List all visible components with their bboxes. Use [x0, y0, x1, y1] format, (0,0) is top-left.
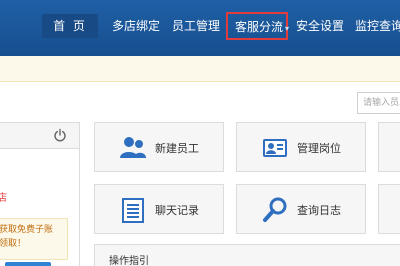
staff-search-input[interactable]: 请输入员工	[357, 92, 400, 114]
notice-bar	[0, 56, 400, 82]
nav-security-settings[interactable]: 安全设置	[296, 14, 344, 38]
claim-button[interactable]	[5, 262, 51, 266]
left-panel-header	[0, 123, 79, 149]
card-partial-bottom[interactable]	[378, 184, 400, 234]
card-manage-posts-label: 管理岗位	[297, 142, 341, 155]
top-navigation-bar: 首 页 多店绑定 员工管理 客服分流 ▾ 安全设置 监控查询	[0, 0, 400, 56]
card-new-staff[interactable]: 新建员工	[94, 122, 224, 172]
promo-line-2: 领取！	[0, 239, 27, 249]
nav-cs-routing-label: 客服分流	[235, 20, 284, 34]
card-query-logs-label: 查询日志	[297, 204, 341, 217]
free-subaccount-promo[interactable]: 获取免费子账 领取！	[0, 218, 68, 260]
nav-multi-store[interactable]: 多店绑定	[112, 14, 160, 38]
nav-monitor-query[interactable]: 监控查询	[355, 14, 400, 38]
nav-home[interactable]: 首 页	[42, 14, 98, 38]
id-card-icon	[263, 139, 287, 157]
document-icon	[122, 198, 144, 223]
card-manage-posts[interactable]: 管理岗位	[236, 122, 366, 172]
operation-guide-panel: 操作指引	[94, 244, 400, 266]
card-partial-top[interactable]	[378, 122, 400, 172]
card-chat-records-label: 聊天记录	[155, 204, 199, 217]
caret-down-icon: ▾	[285, 24, 290, 33]
users-icon	[120, 137, 146, 158]
card-query-logs[interactable]: 查询日志	[236, 184, 366, 234]
operation-guide-title: 操作指引	[109, 256, 149, 266]
nav-cs-routing[interactable]: 客服分流 ▾	[226, 12, 290, 40]
warning-text: 店	[0, 193, 7, 204]
magnifier-icon	[263, 197, 287, 222]
main-nav: 首 页 多店绑定 员工管理 客服分流 ▾ 安全设置 监控查询	[0, 12, 400, 40]
card-chat-records[interactable]: 聊天记录	[94, 184, 224, 234]
promo-line-1: 获取免费子账	[0, 225, 54, 235]
nav-staff-management[interactable]: 员工管理	[172, 14, 220, 38]
power-icon[interactable]	[53, 128, 67, 142]
card-new-staff-label: 新建员工	[155, 142, 199, 155]
